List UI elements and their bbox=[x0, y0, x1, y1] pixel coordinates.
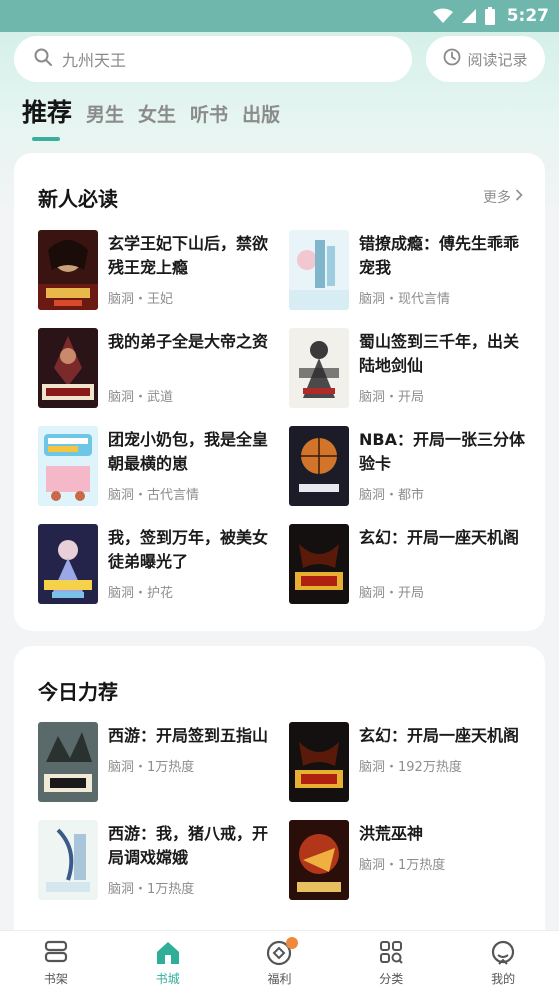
book-title: 团宠小奶包，我是全皇朝最横的崽 bbox=[108, 430, 269, 473]
book-title: 玄幻：开局一座天机阁 bbox=[359, 726, 520, 745]
status-time: 5:27 bbox=[506, 6, 549, 26]
book-item[interactable]: 玄幻：开局一座天机阁 脑洞・192万热度 bbox=[289, 722, 529, 804]
battery-icon bbox=[484, 7, 495, 25]
tab-publishing[interactable]: 出版 bbox=[242, 106, 280, 127]
book-cover bbox=[38, 722, 98, 802]
section-title: 今日力荐 bbox=[38, 680, 118, 704]
more-label: 更多 bbox=[483, 190, 511, 206]
book-cover bbox=[289, 328, 349, 408]
search-input[interactable]: 九州天王 bbox=[14, 36, 412, 82]
status-bar: 5:27 bbox=[0, 0, 559, 32]
category-icon bbox=[380, 940, 403, 964]
book-meta: 脑洞・192万热度 bbox=[359, 760, 462, 775]
nav-category[interactable]: 分类 bbox=[335, 931, 447, 995]
bookstore-icon bbox=[156, 941, 179, 964]
book-cover bbox=[289, 722, 349, 802]
book-item[interactable]: NBA：开局一张三分体验卡 脑洞・都市 bbox=[289, 426, 529, 508]
nav-label: 我的 bbox=[491, 971, 516, 986]
book-cover bbox=[38, 524, 98, 604]
book-item[interactable]: 西游：开局签到五指山 脑洞・1万热度 bbox=[38, 722, 278, 804]
book-title: 错撩成瘾：傅先生乖乖宠我 bbox=[359, 234, 520, 277]
book-meta: 脑洞・1万热度 bbox=[359, 858, 446, 873]
book-item[interactable]: 蜀山签到三千年，出关陆地剑仙 脑洞・开局 bbox=[289, 328, 529, 410]
book-cover bbox=[289, 426, 349, 506]
book-meta: 脑洞・1万热度 bbox=[108, 882, 195, 897]
book-item[interactable]: 西游：我，猪八戒，开局调戏嫦娥 脑洞・1万热度 bbox=[38, 820, 278, 902]
book-title: 我，签到万年，被美女徒弟曝光了 bbox=[108, 528, 269, 571]
profile-icon bbox=[491, 940, 515, 965]
book-cover bbox=[289, 820, 349, 900]
book-item[interactable]: 玄学王妃下山后，禁欲残王宠上瘾 脑洞・王妃 bbox=[38, 230, 278, 312]
book-cover bbox=[38, 328, 98, 408]
book-title: 蜀山签到三千年，出关陆地剑仙 bbox=[359, 332, 520, 375]
clock-icon bbox=[443, 48, 461, 70]
search-icon bbox=[34, 48, 52, 70]
book-item[interactable]: 洪荒巫神 脑洞・1万热度 bbox=[289, 820, 529, 902]
today-recommend-section: 今日力荐 西游：开局签到五指山 脑洞・1万热度 玄幻：开局一座天机阁 脑洞・19… bbox=[14, 646, 545, 946]
book-cover bbox=[38, 426, 98, 506]
book-cover bbox=[289, 230, 349, 310]
book-title: 西游：我，猪八戒，开局调戏嫦娥 bbox=[108, 824, 269, 867]
bottom-nav: 书架 书城 福利 分类 我的 bbox=[0, 930, 559, 995]
book-title: 西游：开局签到五指山 bbox=[108, 726, 269, 745]
wifi-icon bbox=[432, 8, 453, 24]
book-meta: 脑洞・王妃 bbox=[108, 292, 174, 307]
book-item[interactable]: 我的弟子全是大帝之资 脑洞・武道 bbox=[38, 328, 278, 410]
book-title: 玄幻：开局一座天机阁 bbox=[359, 528, 520, 547]
more-link[interactable]: 更多 bbox=[483, 187, 523, 207]
nav-label: 福利 bbox=[267, 971, 292, 986]
book-meta: 脑洞・武道 bbox=[108, 390, 174, 405]
book-meta: 脑洞・现代言情 bbox=[359, 292, 451, 307]
tab-female[interactable]: 女生 bbox=[138, 106, 176, 127]
section-title: 新人必读 bbox=[38, 187, 118, 211]
notification-badge bbox=[285, 937, 298, 949]
nav-bookshelf[interactable]: 书架 bbox=[0, 931, 112, 995]
nav-welfare[interactable]: 福利 bbox=[224, 931, 336, 995]
book-meta: 脑洞・护花 bbox=[108, 586, 174, 601]
bookshelf-icon bbox=[44, 940, 67, 962]
book-title: 洪荒巫神 bbox=[359, 824, 424, 843]
category-tabs: 推荐 男生 女生 听书 出版 bbox=[22, 100, 280, 127]
nav-bookstore[interactable]: 书城 bbox=[112, 931, 224, 995]
nav-label: 书架 bbox=[43, 971, 68, 986]
book-meta: 脑洞・开局 bbox=[359, 586, 425, 601]
reading-history-label: 阅读记录 bbox=[467, 50, 528, 69]
tab-audiobook[interactable]: 听书 bbox=[190, 106, 228, 127]
book-meta: 脑洞・1万热度 bbox=[108, 760, 195, 775]
book-cover bbox=[38, 230, 98, 310]
book-meta: 脑洞・古代言情 bbox=[108, 488, 200, 503]
chevron-right-icon bbox=[515, 189, 523, 205]
nav-profile[interactable]: 我的 bbox=[447, 931, 559, 995]
active-tab-indicator bbox=[32, 137, 60, 141]
new-reader-section: 新人必读 更多 玄学王妃下山后，禁欲残王宠上瘾 脑洞・王妃 错撩成瘾：傅先生乖乖… bbox=[14, 153, 545, 631]
reading-history-button[interactable]: 阅读记录 bbox=[426, 36, 545, 82]
nav-label: 分类 bbox=[379, 971, 404, 986]
book-cover bbox=[289, 524, 349, 604]
book-cover bbox=[38, 820, 98, 900]
book-item[interactable]: 团宠小奶包，我是全皇朝最横的崽 脑洞・古代言情 bbox=[38, 426, 278, 508]
signal-icon bbox=[461, 8, 477, 24]
book-title: 我的弟子全是大帝之资 bbox=[108, 332, 269, 351]
nav-label: 书城 bbox=[155, 971, 180, 986]
search-placeholder: 九州天王 bbox=[62, 51, 127, 70]
book-meta: 脑洞・都市 bbox=[359, 488, 425, 503]
book-title: NBA：开局一张三分体验卡 bbox=[359, 430, 525, 473]
book-item[interactable]: 错撩成瘾：傅先生乖乖宠我 脑洞・现代言情 bbox=[289, 230, 529, 312]
tab-recommend[interactable]: 推荐 bbox=[22, 100, 72, 127]
book-title: 玄学王妃下山后，禁欲残王宠上瘾 bbox=[108, 234, 269, 277]
book-item[interactable]: 玄幻：开局一座天机阁 脑洞・开局 bbox=[289, 524, 529, 606]
search-row: 九州天王 阅读记录 bbox=[14, 36, 545, 82]
book-meta: 脑洞・开局 bbox=[359, 390, 425, 405]
book-item[interactable]: 我，签到万年，被美女徒弟曝光了 脑洞・护花 bbox=[38, 524, 278, 606]
tab-male[interactable]: 男生 bbox=[86, 106, 124, 127]
